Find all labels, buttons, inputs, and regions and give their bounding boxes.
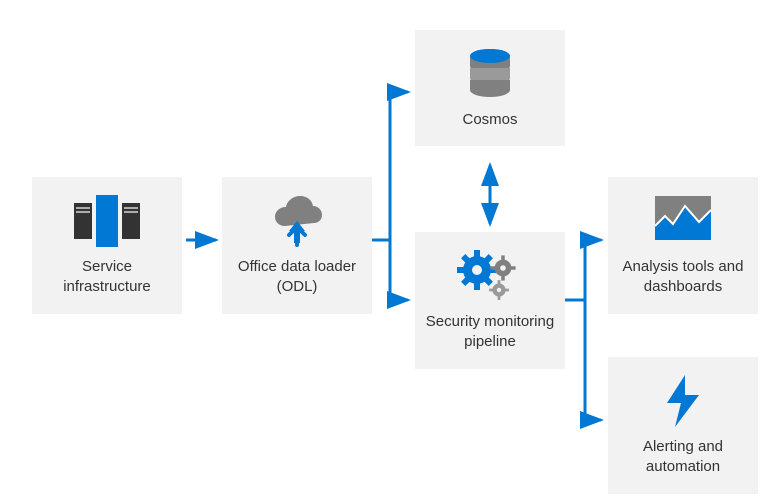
edge-security-to-analysis <box>565 240 601 300</box>
cloud-upload-icon <box>232 191 362 251</box>
node-label: Analysis tools and dashboards <box>618 257 748 298</box>
node-security-monitoring-pipeline: Security monitoring pipeline <box>415 232 565 369</box>
analytics-chart-icon <box>618 191 748 251</box>
node-label: Alerting and automation <box>618 437 748 478</box>
node-cosmos: Cosmos <box>415 30 565 146</box>
edge-odl-to-security <box>372 240 408 300</box>
node-alerting-automation: Alerting and automation <box>608 357 758 494</box>
database-icon <box>425 44 555 104</box>
node-analysis-tools: Analysis tools and dashboards <box>608 177 758 314</box>
node-service-infrastructure: Service infrastructure <box>32 177 182 314</box>
servers-icon <box>42 191 172 251</box>
edge-odl-to-cosmos <box>372 92 408 240</box>
node-office-data-loader: Office data loader (ODL) <box>222 177 372 314</box>
node-label: Security monitoring pipeline <box>425 312 555 353</box>
lightning-icon <box>618 371 748 431</box>
edge-security-to-alerting <box>565 300 601 420</box>
diagram-canvas: Service infrastructure Office data loade… <box>0 0 784 504</box>
node-label: Cosmos <box>425 110 555 130</box>
node-label: Service infrastructure <box>42 257 172 298</box>
node-label: Office data loader (ODL) <box>232 257 362 298</box>
gears-icon <box>425 246 555 306</box>
